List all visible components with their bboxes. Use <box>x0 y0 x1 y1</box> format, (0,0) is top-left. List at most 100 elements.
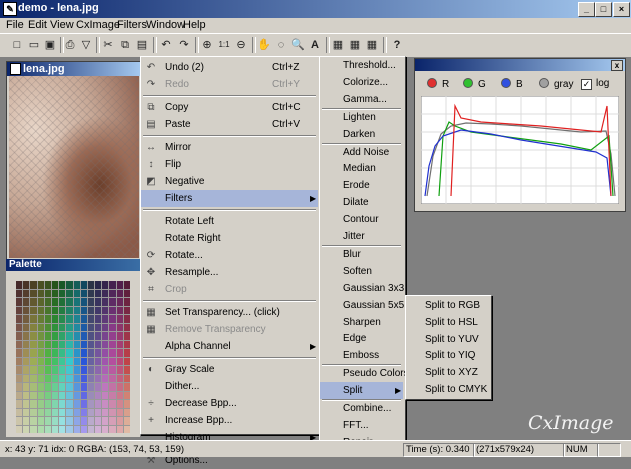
palette-swatch[interactable] <box>87 306 95 314</box>
palette-swatch[interactable] <box>51 400 59 408</box>
palette-swatch[interactable] <box>123 306 130 314</box>
palette-swatch[interactable] <box>37 357 44 365</box>
edit-menu-item-negative[interactable]: ◩ Negative <box>141 173 318 190</box>
palette-swatch[interactable] <box>16 374 23 382</box>
palette-swatch[interactable] <box>37 306 44 314</box>
palette-swatch[interactable] <box>37 281 44 289</box>
palette-swatch[interactable] <box>123 289 130 297</box>
palette-swatch[interactable] <box>44 315 51 323</box>
palette-swatch[interactable] <box>37 323 44 331</box>
palette-swatch[interactable] <box>116 349 123 357</box>
palette-swatch[interactable] <box>37 349 44 357</box>
palette-swatch[interactable] <box>37 298 44 306</box>
palette-swatch[interactable] <box>80 315 87 323</box>
palette-swatch[interactable] <box>51 425 59 433</box>
split-menu-item-split-to-yiq[interactable]: Split to YIQ <box>406 347 489 364</box>
palette-titlebar[interactable]: Palette <box>6 259 140 271</box>
filters-menu-item-split[interactable]: Split ▶ <box>320 382 403 400</box>
palette-swatch[interactable] <box>23 298 30 306</box>
palette-swatch[interactable] <box>73 391 80 399</box>
palette-swatch[interactable] <box>95 281 102 289</box>
palette-swatch[interactable] <box>95 289 102 297</box>
palette-swatch[interactable] <box>44 357 51 365</box>
palette-swatch[interactable] <box>95 357 102 365</box>
menu-view[interactable]: View <box>50 19 74 31</box>
palette-swatch[interactable] <box>66 400 73 408</box>
palette-swatch[interactable] <box>16 408 23 416</box>
palette-swatch[interactable] <box>73 340 80 348</box>
palette-swatch[interactable] <box>123 340 130 348</box>
palette-swatch[interactable] <box>51 332 59 340</box>
zoom-out-icon[interactable]: ⊖ <box>233 37 249 53</box>
palette-swatch[interactable] <box>59 425 66 433</box>
palette-swatch[interactable] <box>30 425 37 433</box>
palette-swatch[interactable] <box>59 281 66 289</box>
palette-swatch[interactable] <box>102 332 109 340</box>
palette-swatch[interactable] <box>116 306 123 314</box>
palette-swatch[interactable] <box>109 425 116 433</box>
palette-swatch[interactable] <box>23 315 30 323</box>
palette-swatch[interactable] <box>102 425 109 433</box>
edit-menu-item-filters[interactable]: Filters ▶ <box>141 190 318 207</box>
palette-swatch[interactable] <box>123 332 130 340</box>
palette-swatch[interactable] <box>109 340 116 348</box>
palette-swatch[interactable] <box>80 391 87 399</box>
palette-swatch[interactable] <box>109 391 116 399</box>
palette-swatch[interactable] <box>59 332 66 340</box>
edit-menu-item-rotate-right[interactable]: Rotate Right <box>141 230 318 247</box>
palette-swatch[interactable] <box>87 391 95 399</box>
palette-swatch[interactable] <box>51 374 59 382</box>
palette-swatch[interactable] <box>44 425 51 433</box>
palette-swatch[interactable] <box>73 374 80 382</box>
palette-swatch[interactable] <box>80 332 87 340</box>
palette-swatch[interactable] <box>51 408 59 416</box>
palette-swatch[interactable] <box>116 281 123 289</box>
palette-swatch[interactable] <box>66 323 73 331</box>
palette-swatch[interactable] <box>16 417 23 425</box>
palette-swatch[interactable] <box>44 374 51 382</box>
palette-swatch[interactable] <box>80 306 87 314</box>
filters-menu-item-gaussian-3x3[interactable]: Gaussian 3x3 <box>320 280 404 297</box>
palette-swatch[interactable] <box>116 323 123 331</box>
palette-swatch[interactable] <box>73 315 80 323</box>
palette-swatch[interactable] <box>116 332 123 340</box>
open-folder-icon[interactable]: ▭ <box>26 37 42 53</box>
print-icon[interactable]: ⎙ <box>62 37 78 53</box>
palette-swatch[interactable] <box>66 298 73 306</box>
palette-swatch[interactable] <box>66 315 73 323</box>
palette-swatch[interactable] <box>116 289 123 297</box>
palette-swatch[interactable] <box>66 349 73 357</box>
zoom-actual-icon[interactable]: 1:1 <box>216 37 232 53</box>
palette-swatch[interactable] <box>73 357 80 365</box>
palette-swatch[interactable] <box>59 400 66 408</box>
palette-swatch[interactable] <box>59 289 66 297</box>
palette-swatch[interactable] <box>123 374 130 382</box>
palette-swatch[interactable] <box>37 340 44 348</box>
filters-menu-item-dilate[interactable]: Dilate <box>320 194 403 211</box>
help-icon[interactable]: ? <box>389 37 405 53</box>
palette-swatch[interactable] <box>95 340 102 348</box>
palette-swatch[interactable] <box>102 306 109 314</box>
palette-swatch[interactable] <box>59 306 66 314</box>
palette-swatch[interactable] <box>44 391 51 399</box>
palette-swatch[interactable] <box>44 408 51 416</box>
palette-swatch[interactable] <box>16 289 23 297</box>
palette-swatch[interactable] <box>87 332 95 340</box>
palette-swatch[interactable] <box>16 281 23 289</box>
palette-swatch[interactable] <box>44 366 51 374</box>
palette-swatch[interactable] <box>73 306 80 314</box>
edit-menu-item-copy[interactable]: ⧉ Copy Ctrl+C <box>141 99 318 116</box>
palette-swatch[interactable] <box>66 374 73 382</box>
palette-swatch[interactable] <box>51 323 59 331</box>
palette-swatch[interactable] <box>109 383 116 391</box>
palette-swatch[interactable] <box>87 425 95 433</box>
minimize-button[interactable]: _ <box>578 2 595 17</box>
channel-gray-radio[interactable]: gray <box>539 78 573 90</box>
edit-menu-item-undo-2[interactable]: ↶ Undo (2) Ctrl+Z <box>141 59 318 76</box>
filters-menu-item-lighten[interactable]: Lighten <box>320 109 403 126</box>
palette-swatch[interactable] <box>73 425 80 433</box>
palette-swatch[interactable] <box>95 306 102 314</box>
filters-menu-item-colorize[interactable]: Colorize... <box>320 74 403 91</box>
palette-swatch[interactable] <box>87 323 95 331</box>
copy-icon[interactable]: ⧉ <box>117 37 133 53</box>
